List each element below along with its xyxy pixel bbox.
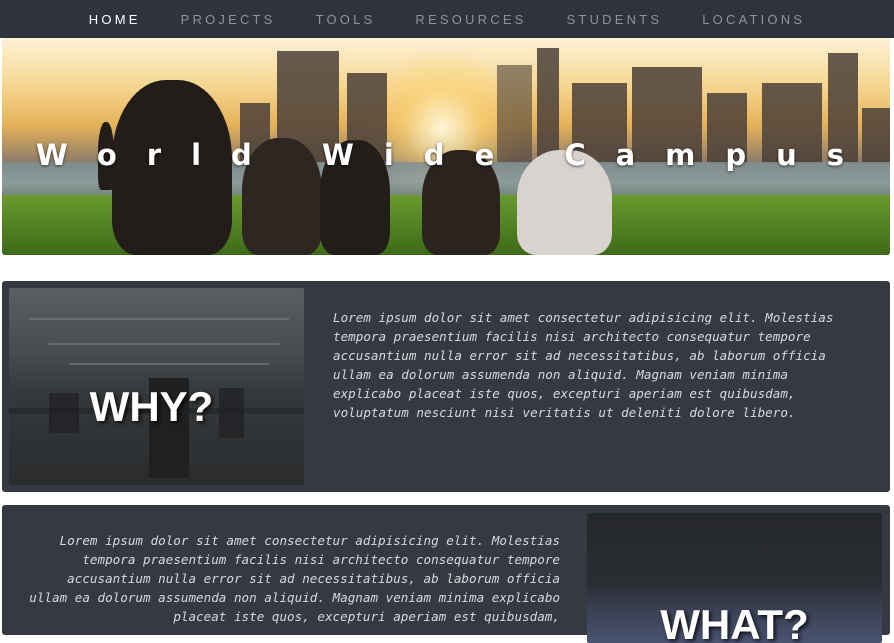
what-image: WHAT? xyxy=(587,513,882,643)
why-heading: WHY? xyxy=(89,383,214,430)
top-navbar: HOME PROJECTS TOOLS RESOURCES STUDENTS L… xyxy=(0,0,894,38)
what-heading: WHAT? xyxy=(660,601,809,643)
nav-resources-link[interactable]: RESOURCES xyxy=(415,12,526,27)
hero-banner: World Wide Campus xyxy=(2,38,890,255)
nav-links: HOME PROJECTS TOOLS RESOURCES STUDENTS L… xyxy=(69,12,825,27)
nav-locations-link[interactable]: LOCATIONS xyxy=(702,12,805,27)
nav-students-link[interactable]: STUDENTS xyxy=(567,12,663,27)
nav-tools-link[interactable]: TOOLS xyxy=(316,12,376,27)
what-paragraph: Lorem ipsum dolor sit amet consectetur a… xyxy=(29,533,560,624)
hero-title: World Wide Campus xyxy=(35,138,875,172)
why-image: WHY? xyxy=(9,288,304,485)
why-section: WHY? Lorem ipsum dolor sit amet consecte… xyxy=(2,281,890,492)
nav-home-link[interactable]: HOME xyxy=(89,12,141,27)
why-paragraph: Lorem ipsum dolor sit amet consectetur a… xyxy=(333,310,834,420)
what-section: Lorem ipsum dolor sit amet consectetur a… xyxy=(2,505,890,643)
nav-projects-link[interactable]: PROJECTS xyxy=(181,12,276,27)
